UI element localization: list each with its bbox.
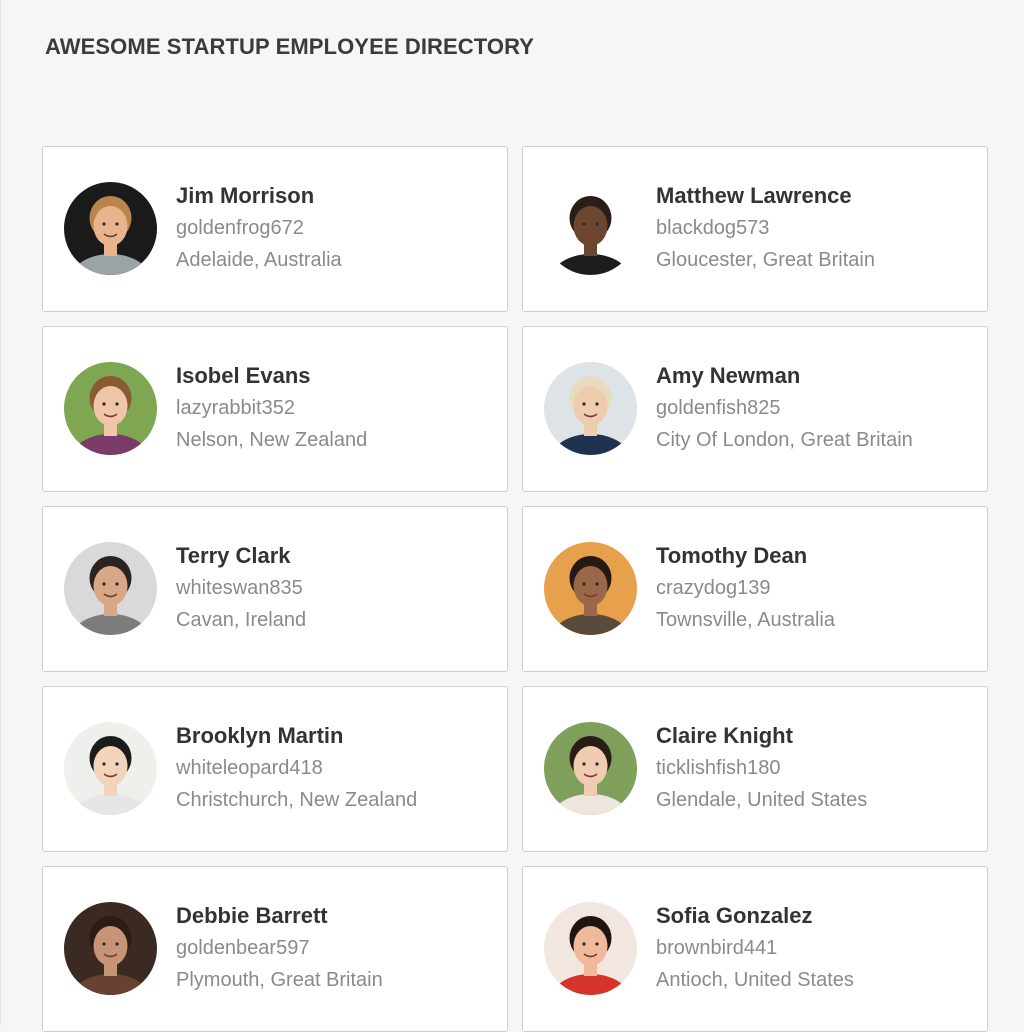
avatar (64, 182, 157, 275)
employee-location: Antioch, United States (656, 969, 854, 991)
employee-name: Terry Clark (176, 543, 291, 568)
employee-info: Isobel Evans lazyrabbit352 Nelson, New Zea… (176, 363, 367, 453)
employee-username: whiteswan835 (176, 577, 303, 599)
avatar (64, 902, 157, 995)
employee-username: goldenbear597 (176, 937, 310, 959)
employee-username: whiteleopard418 (176, 757, 323, 779)
employee-location: Plymouth, Great Britain (176, 969, 383, 991)
avatar (64, 542, 157, 635)
employee-username: goldenfish825 (656, 397, 781, 419)
employee-name: Matthew Lawrence (656, 183, 852, 208)
employee-name: Jim Morrison (176, 183, 315, 208)
employee-location: Gloucester, Great Britain (656, 249, 875, 271)
employee-location: Adelaide, Australia (176, 249, 342, 271)
employee-name: Claire Knight (656, 723, 793, 748)
avatar (544, 542, 637, 635)
employee-info: Sofia Gonzalez brownbird441 Antioch, Unite… (656, 903, 854, 993)
page-title: AWESOME STARTUP EMPLOYEE DIRECTORY (45, 34, 535, 59)
employee-card[interactable]: Matthew Lawrence blackdog573 Gloucester, G… (522, 146, 988, 312)
avatar (544, 902, 637, 995)
employee-card[interactable]: Sofia Gonzalez brownbird441 Antioch, Unite… (522, 866, 988, 1032)
employee-card[interactable]: Claire Knight ticklishfish180 Glendale, Un… (522, 686, 988, 852)
employee-username: lazyrabbit352 (176, 397, 295, 419)
avatar (544, 722, 637, 815)
employee-name: Sofia Gonzalez (656, 903, 813, 928)
avatar (64, 722, 157, 815)
avatar (64, 362, 157, 455)
employee-info: Matthew Lawrence blackdog573 Gloucester, G… (656, 183, 875, 273)
avatar (544, 182, 637, 275)
employee-card[interactable]: Tomothy Dean crazydog139 Townsville, Austr… (522, 506, 988, 672)
employee-info: Tomothy Dean crazydog139 Townsville, Austr… (656, 543, 835, 633)
employee-card[interactable]: Jim Morrison goldenfrog672 Adelaide, Austr… (42, 146, 508, 312)
employee-card[interactable]: Terry Clark whiteswan835 Cavan, Ireland (42, 506, 508, 672)
employee-info: Jim Morrison goldenfrog672 Adelaide, Austr… (176, 183, 342, 273)
employee-card[interactable]: Debbie Barrett goldenbear597 Plymouth, Gre… (42, 866, 508, 1032)
employee-username: blackdog573 (656, 217, 770, 239)
employee-name: Isobel Evans (176, 363, 311, 388)
employee-name: Brooklyn Martin (176, 723, 344, 748)
employee-location: Nelson, New Zealand (176, 429, 368, 451)
employee-info: Terry Clark whiteswan835 Cavan, Ireland (176, 543, 306, 633)
employee-name: Debbie Barrett (176, 903, 328, 928)
employee-info: Amy Newman goldenfish825 City Of London, G… (656, 363, 913, 453)
employee-location: Cavan, Ireland (176, 609, 307, 631)
employee-card[interactable]: Isobel Evans lazyrabbit352 Nelson, New Zea… (42, 326, 508, 492)
employee-info: Claire Knight ticklishfish180 Glendale, Un… (656, 723, 867, 813)
employee-name: Tomothy Dean (656, 543, 808, 568)
employee-location: Christchurch, New Zealand (176, 789, 418, 811)
employee-name: Amy Newman (656, 363, 801, 388)
employee-location: City Of London, Great Britain (656, 429, 913, 451)
employee-username: goldenfrog672 (176, 217, 304, 239)
employee-card[interactable]: Brooklyn Martin whiteleopard418 Christchur… (42, 686, 508, 852)
avatar (544, 362, 637, 455)
employee-card[interactable]: Amy Newman goldenfish825 City Of London, G… (522, 326, 988, 492)
employee-username: brownbird441 (656, 937, 778, 959)
employee-info: Brooklyn Martin whiteleopard418 Christchur… (176, 723, 417, 813)
employee-username: ticklishfish180 (656, 757, 781, 779)
employee-username: crazydog139 (656, 577, 771, 599)
employee-info: Debbie Barrett goldenbear597 Plymouth, Gre… (176, 903, 383, 993)
employee-grid: Jim Morrison goldenfrog672 Adelaide, Austr… (42, 146, 988, 1032)
employee-location: Glendale, United States (656, 789, 868, 811)
employee-location: Townsville, Australia (656, 609, 835, 631)
